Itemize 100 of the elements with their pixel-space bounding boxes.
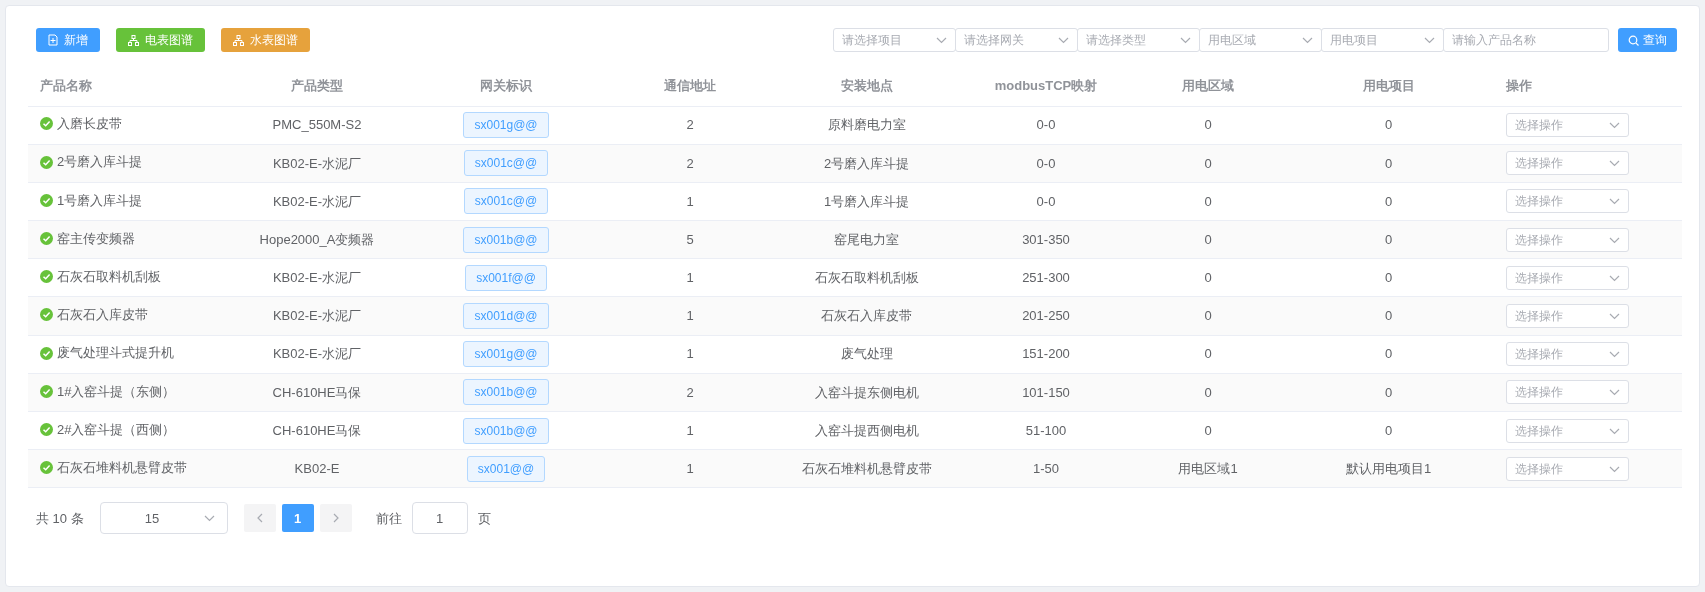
column-header: 通信地址 xyxy=(606,66,774,106)
table-cell: 0 xyxy=(1283,296,1494,336)
gateway-tag: sx001c@@ xyxy=(463,150,549,177)
chevron-down-icon xyxy=(1609,159,1620,168)
table-cell: 0-0 xyxy=(959,182,1133,221)
gateway-tag: sx001b@@ xyxy=(463,226,549,253)
table-cell: 窑尾电力室 xyxy=(774,220,959,259)
chevron-down-icon xyxy=(1609,197,1620,206)
table-cell: 201-250 xyxy=(959,296,1133,336)
gateway-tag: sx001b@@ xyxy=(463,417,549,444)
table-cell: 0 xyxy=(1283,411,1494,450)
table-cell: 1 xyxy=(606,411,774,450)
select-field[interactable]: 用电项目 xyxy=(1321,28,1444,52)
action-select[interactable]: 选择操作 xyxy=(1506,418,1629,443)
goto-label: 前往 xyxy=(375,509,402,528)
chevron-down-icon xyxy=(1180,36,1191,44)
chevron-down-icon xyxy=(1609,350,1620,359)
table-cell: 0 xyxy=(1133,106,1283,145)
table-cell: 0 xyxy=(1283,182,1494,221)
action-select[interactable]: 选择操作 xyxy=(1506,227,1629,252)
product-name: 窑主传变频器 xyxy=(57,229,135,248)
table-cell: 151-200 xyxy=(959,335,1133,374)
table-cell: 2 xyxy=(606,373,774,412)
product-name: 废气处理斗式提升机 xyxy=(57,344,174,363)
next-page-button[interactable] xyxy=(319,504,352,533)
column-header: 用电区域 xyxy=(1133,66,1283,106)
add-button[interactable]: 新增 xyxy=(36,28,100,52)
chevron-down-icon xyxy=(1424,36,1435,44)
previous-page-button[interactable] xyxy=(243,504,276,533)
table-cell: 入窑斗提西侧电机 xyxy=(774,411,959,450)
table-cell: 2号磨入库斗提 xyxy=(774,144,959,183)
product-name: 2#入窑斗提（西侧） xyxy=(57,420,176,439)
table-cell: 默认用电项目1 xyxy=(1283,449,1494,488)
table-cell: 0 xyxy=(1133,335,1283,374)
select-field[interactable]: 请选择类型 xyxy=(1077,28,1200,52)
table-cell: CH-610HE马保 xyxy=(228,411,406,450)
table-cell: CH-610HE马保 xyxy=(228,373,406,412)
select-field[interactable]: 请选择网关 xyxy=(955,28,1078,52)
product-name: 石灰石取料机刮板 xyxy=(57,267,161,286)
select-field[interactable]: 请选择项目 xyxy=(833,28,956,52)
chevron-down-icon xyxy=(1609,426,1620,435)
table-cell: 入窑斗提东侧电机 xyxy=(774,373,959,412)
table-cell: Hope2000_A变频器 xyxy=(228,220,406,259)
table-cell: 2 xyxy=(606,106,774,145)
chevron-down-icon xyxy=(203,514,215,523)
table-cell: KB02-E-水泥厂 xyxy=(228,296,406,336)
table-cell: 0 xyxy=(1133,296,1283,336)
gateway-tag: sx001g@@ xyxy=(463,341,549,368)
table-cell: 1 xyxy=(606,296,774,336)
page-button[interactable]: 1 xyxy=(281,504,314,533)
table-cell: 石灰石堆料机悬臂皮带 xyxy=(774,449,959,488)
table-cell: 1 xyxy=(606,258,774,297)
action-select[interactable]: 选择操作 xyxy=(1506,151,1629,176)
action-select[interactable]: 选择操作 xyxy=(1506,113,1629,138)
select-field[interactable]: 用电区域 xyxy=(1199,28,1322,52)
search-field[interactable]: 请输入产品名称 xyxy=(1443,28,1609,52)
gateway-tag: sx001b@@ xyxy=(463,379,549,406)
action-select[interactable]: 选择操作 xyxy=(1506,189,1629,214)
table-cell: 1 xyxy=(606,335,774,374)
search-icon xyxy=(1628,34,1639,46)
table-cell: 1号磨入库斗提 xyxy=(774,182,959,221)
gateway-tag: sx001g@@ xyxy=(463,112,549,139)
column-header: 用电项目 xyxy=(1283,66,1494,106)
gateway-tag: sx001c@@ xyxy=(463,188,549,215)
table-cell: 0 xyxy=(1133,182,1283,221)
table-cell: 0 xyxy=(1133,258,1283,297)
table-cell: KB02-E xyxy=(228,449,406,488)
document-plus-icon xyxy=(48,34,58,46)
table-cell: 0-0 xyxy=(959,106,1133,145)
hierarchy-icon xyxy=(128,34,139,46)
column-header: 操作 xyxy=(1494,66,1682,106)
action-select[interactable]: 选择操作 xyxy=(1506,456,1629,481)
action-select[interactable]: 选择操作 xyxy=(1506,342,1629,367)
column-header: 产品类型 xyxy=(228,66,406,106)
action-select[interactable]: 选择操作 xyxy=(1506,380,1629,405)
table-cell: 石灰石取料机刮板 xyxy=(774,258,959,297)
gateway-tag: sx001d@@ xyxy=(463,303,549,330)
chevron-down-icon xyxy=(1609,312,1620,321)
table-cell: 0 xyxy=(1283,144,1494,183)
chevron-right-icon xyxy=(332,513,339,524)
search-button[interactable]: 查询 xyxy=(1618,28,1677,52)
table-cell: 0 xyxy=(1283,373,1494,412)
column-header: 安装地点 xyxy=(774,66,959,106)
chevron-down-icon xyxy=(1609,388,1620,397)
table-cell: 0 xyxy=(1133,411,1283,450)
action-select[interactable]: 选择操作 xyxy=(1506,304,1629,329)
table-cell: 0-0 xyxy=(959,144,1133,183)
page-input[interactable]: 1 xyxy=(411,502,468,535)
table-cell: KB02-E-水泥厂 xyxy=(228,335,406,374)
electric-button[interactable]: 电表图谱 xyxy=(116,28,205,52)
table-cell: PMC_550M-S2 xyxy=(228,106,406,145)
table-cell: 0 xyxy=(1283,106,1494,145)
action-select[interactable]: 选择操作 xyxy=(1506,265,1629,290)
water-button[interactable]: 水表图谱 xyxy=(221,28,310,52)
chevron-down-icon xyxy=(1302,36,1313,44)
hierarchy-icon xyxy=(233,34,244,46)
gateway-tag: sx001@@ xyxy=(466,455,546,482)
table-cell: KB02-E-水泥厂 xyxy=(228,144,406,183)
table-cell: KB02-E-水泥厂 xyxy=(228,258,406,297)
page-size-select[interactable]: 15 xyxy=(99,502,228,535)
